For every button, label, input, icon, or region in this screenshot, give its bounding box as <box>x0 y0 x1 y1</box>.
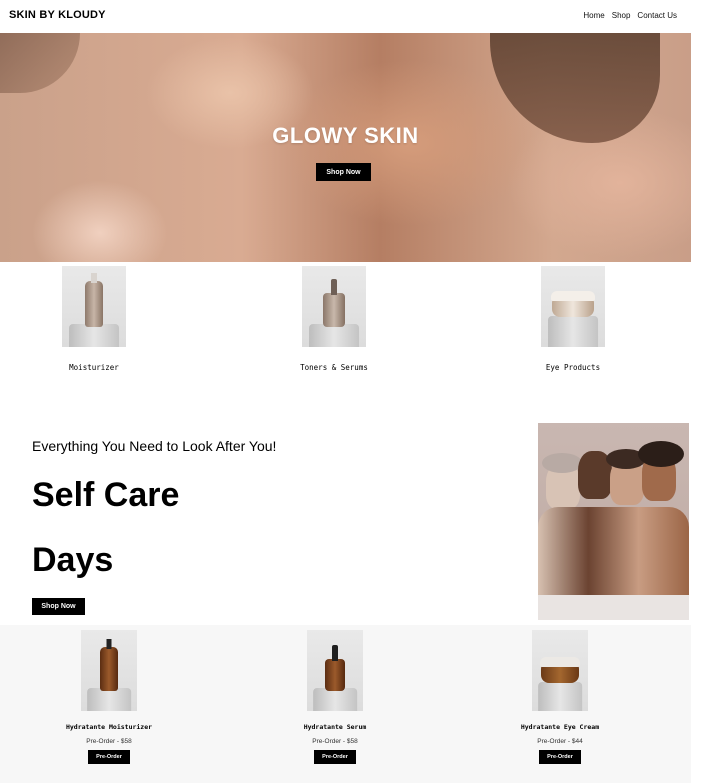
product-image[interactable] <box>307 630 363 711</box>
product-card-moisturizer: Hydratante Moisturizer Pre-Order - $58 P… <box>34 630 184 764</box>
pre-order-button[interactable]: Pre-Order <box>539 750 581 764</box>
category-image <box>302 266 366 347</box>
category-label: Toners & Serums <box>300 363 368 372</box>
nav-contact-link[interactable]: Contact Us <box>637 11 677 20</box>
self-care-photo <box>538 423 689 620</box>
category-card-moisturizer[interactable]: Moisturizer <box>34 266 154 372</box>
category-image <box>541 266 605 347</box>
main-nav: Home Shop Contact Us <box>583 11 677 20</box>
category-card-eye-products[interactable]: Eye Products <box>513 266 633 372</box>
category-card-toners-serums[interactable]: Toners & Serums <box>274 266 394 372</box>
category-label: Eye Products <box>545 363 601 372</box>
product-name: Hydratante Moisturizer <box>65 723 153 731</box>
product-image[interactable] <box>532 630 588 711</box>
product-card-eye-cream: Hydratante Eye Cream Pre-Order - $44 Pre… <box>485 630 635 764</box>
category-label: Moisturizer <box>69 363 119 372</box>
product-price: Pre-Order - $58 <box>86 738 132 745</box>
self-care-shop-now-button[interactable]: Shop Now <box>32 598 85 615</box>
hero-banner: GLOWY SKIN Shop Now <box>0 33 691 262</box>
self-care-subtitle: Everything You Need to Look After You! <box>32 438 277 454</box>
product-price: Pre-Order - $58 <box>312 738 358 745</box>
hero-image-detail <box>0 33 80 93</box>
product-card-serum: Hydratante Serum Pre-Order - $58 Pre-Ord… <box>260 630 410 764</box>
nav-home-link[interactable]: Home <box>583 11 604 20</box>
nav-shop-link[interactable]: Shop <box>612 11 631 20</box>
product-name: Hydratante Eye Cream <box>520 723 600 731</box>
hero-title: GLOWY SKIN <box>272 123 419 148</box>
pre-order-button[interactable]: Pre-Order <box>314 750 356 764</box>
self-care-heading-line1: Self Care <box>32 476 180 514</box>
pre-order-button[interactable]: Pre-Order <box>88 750 130 764</box>
self-care-heading-line2: Days <box>32 541 114 579</box>
product-image[interactable] <box>81 630 137 711</box>
site-header: SKIN BY KLOUDY Home Shop Contact Us <box>0 0 702 33</box>
brand-logo[interactable]: SKIN BY KLOUDY <box>9 9 106 21</box>
category-image <box>62 266 126 347</box>
product-name: Hydratante Serum <box>303 723 367 731</box>
product-price: Pre-Order - $44 <box>537 738 583 745</box>
hero-shop-now-button[interactable]: Shop Now <box>316 163 371 181</box>
